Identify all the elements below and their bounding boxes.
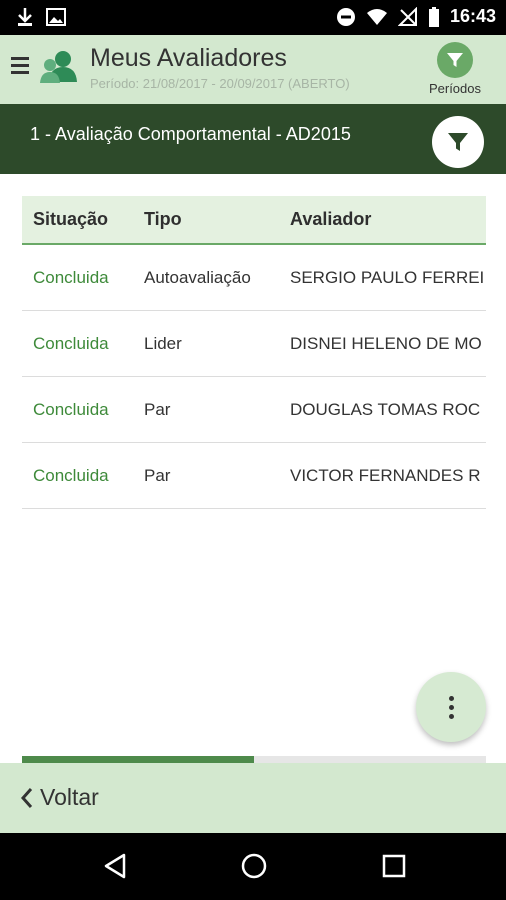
- nav-home-icon[interactable]: [239, 851, 269, 881]
- periods-filter-icon: [437, 42, 473, 78]
- clock: 16:43: [449, 6, 496, 26]
- table-row[interactable]: Concluida Par VICTOR FERNANDES R: [22, 443, 486, 509]
- evaluation-section-bar: 1 - Avaliação Comportamental - AD2015: [0, 104, 506, 174]
- image-icon: [46, 8, 66, 26]
- wifi-icon: [366, 8, 387, 25]
- status-cell: Concluida: [33, 465, 109, 485]
- evaluators-table: Situação Tipo Avaliador Concluida Autoav…: [22, 196, 486, 509]
- evaluator-cell: VICTOR FERNANDES R: [290, 465, 481, 485]
- no-signal-icon: [397, 6, 417, 26]
- more-options-button[interactable]: [416, 672, 486, 742]
- evaluators-logo-icon: [40, 51, 77, 83]
- status-cell: Concluida: [33, 267, 109, 287]
- scroll-indicator: [22, 756, 486, 763]
- back-button[interactable]: Voltar: [20, 784, 99, 811]
- do-not-disturb-icon: [336, 7, 355, 26]
- evaluation-title: 1 - Avaliação Comportamental - AD2015: [30, 124, 351, 144]
- status-cell: Concluida: [33, 399, 109, 419]
- back-label: Voltar: [40, 784, 99, 810]
- evaluator-cell: DISNEI HELENO DE MO: [290, 333, 482, 353]
- evaluator-cell: DOUGLAS TOMAS ROC: [290, 399, 481, 419]
- type-cell: Autoavaliação: [144, 267, 251, 287]
- battery-icon: [428, 6, 439, 27]
- page-title: Meus Avaliadores: [90, 44, 287, 72]
- periods-button[interactable]: Períodos: [422, 42, 488, 96]
- column-header-evaluator[interactable]: Avaliador: [279, 209, 486, 230]
- column-header-type[interactable]: Tipo: [133, 209, 279, 230]
- nav-back-icon[interactable]: [100, 851, 130, 881]
- chevron-left-icon: [20, 787, 33, 808]
- status-bar: 16:43: [0, 0, 506, 35]
- periods-label: Períodos: [428, 81, 482, 96]
- type-cell: Lider: [144, 333, 182, 353]
- table-row[interactable]: Concluida Lider DISNEI HELENO DE MO: [22, 311, 486, 377]
- bottom-bar: Voltar: [0, 763, 506, 833]
- table-header: Situação Tipo Avaliador: [22, 196, 486, 245]
- table-row[interactable]: Concluida Par DOUGLAS TOMAS ROC: [22, 377, 486, 443]
- menu-icon[interactable]: [11, 57, 29, 75]
- scroll-indicator-fill: [22, 756, 254, 763]
- app-header: Meus Avaliadores Período: 21/08/2017 - 2…: [0, 35, 506, 104]
- system-nav-bar: [0, 833, 506, 900]
- filter-icon: [448, 133, 468, 151]
- type-cell: Par: [144, 399, 171, 419]
- download-icon: [18, 8, 32, 26]
- status-cell: Concluida: [33, 333, 109, 353]
- type-cell: Par: [144, 465, 171, 485]
- period-subtitle: Período: 21/08/2017 - 20/09/2017 (ABERTO…: [90, 76, 350, 91]
- more-vert-icon: [448, 695, 454, 701]
- table-row[interactable]: Concluida Autoavaliação SERGIO PAULO FER…: [22, 245, 486, 311]
- nav-recents-icon[interactable]: [379, 851, 409, 881]
- column-header-status[interactable]: Situação: [22, 209, 133, 230]
- evaluator-cell: SERGIO PAULO FERREI: [290, 267, 485, 287]
- section-filter-button[interactable]: [432, 116, 484, 168]
